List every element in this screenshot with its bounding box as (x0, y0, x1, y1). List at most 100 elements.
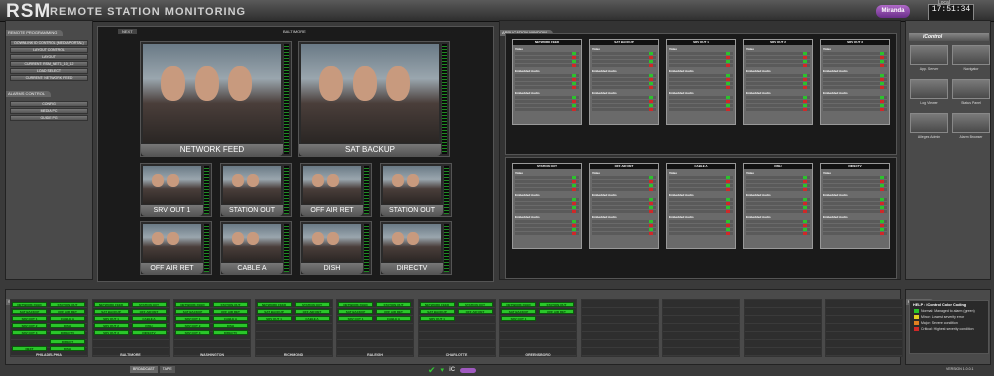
probe-panel[interactable]: DIRECTV Video Embedded Audio Embedded Audio (820, 163, 890, 249)
station-source-button[interactable]: NETWORK FEED (175, 302, 210, 307)
alarm-control-button[interactable]: MEDIA PC (10, 108, 88, 114)
left-nav-button[interactable]: DOWNLINK ID CONTROL (MEDIAPORTAL) (10, 40, 88, 46)
station-source-button[interactable]: NETWORK FEED (419, 302, 455, 307)
station-source-button[interactable]: DISH (213, 323, 248, 328)
probe-panel[interactable]: OFF AIR RET Video Embedded Audio Embedded A… (589, 163, 659, 249)
video-tile[interactable]: SRV OUT 1 (140, 163, 212, 217)
station-source-button[interactable]: SRV OUT 3 (175, 330, 210, 335)
station-source-button[interactable]: STATION OUT (131, 302, 167, 307)
probe-status-row (592, 104, 656, 107)
probe-panel[interactable]: SRV OUT 1 Video Embedded Audio Embedded Aud… (666, 39, 736, 125)
left-nav-button[interactable]: LAYOUT CONTROL (10, 47, 88, 53)
station-source-button[interactable]: SRV OUT 1 (93, 316, 129, 321)
station-source-button[interactable]: STATION OUT (50, 302, 85, 307)
probe-panel[interactable]: DISH Video Embedded Audio Embedded Audio (743, 163, 813, 249)
station-source-button[interactable]: SAT BACKUP (256, 309, 292, 314)
probe-panel[interactable]: CABLE A Video Embedded Audio Embedded Audio (666, 163, 736, 249)
launcher-status-panelicon[interactable] (952, 79, 990, 99)
left-nav-button[interactable]: CURRENT: NETWORK FEED (10, 75, 88, 81)
station-source-button[interactable]: SRV OUT 1 (175, 316, 210, 321)
station-source-button[interactable]: SAT BACKUP (12, 309, 47, 314)
launcher-log-viewericon[interactable] (910, 79, 948, 99)
video-tile[interactable]: OFF AIR RET (140, 221, 212, 275)
station-source-button[interactable]: NETWORK FEED (501, 302, 536, 307)
alarm-control-button[interactable]: CONFIG (10, 101, 88, 107)
station-source-button[interactable]: SRV OUT 2 (12, 323, 47, 328)
station-extra-button[interactable]: DISH (50, 346, 85, 351)
launcher-navigatoricon[interactable] (952, 45, 990, 65)
launcher-alleges-adminicon[interactable] (910, 113, 948, 133)
station-source-button[interactable]: NETWORK FEED (93, 302, 129, 307)
probe-panel[interactable]: STATION OUT Video Embedded Audio Embedded A… (512, 163, 582, 249)
station-source-button[interactable]: NETWORK FEED (12, 302, 47, 307)
station-source-button[interactable]: SAT BACKUP (419, 309, 455, 314)
station-source-button[interactable]: STATION OUT (376, 302, 411, 307)
station-source-button[interactable]: SAT BACKUP (93, 309, 129, 314)
station-source-button[interactable]: DIRECTV (50, 330, 85, 335)
station-source-button[interactable]: CABLE A (376, 316, 411, 321)
station-source-button[interactable]: CABLE A (50, 316, 85, 321)
station-source-button[interactable]: STATION OUT (539, 302, 574, 307)
station-source-button[interactable]: NETWORK FEED (256, 302, 292, 307)
station-source-button[interactable]: SRV OUT 1 (338, 316, 373, 321)
station-source-button[interactable]: DISH (50, 323, 85, 328)
alarm-control-button[interactable]: GUIDE PG (10, 115, 88, 121)
station-source-button[interactable]: CABLE A (294, 316, 330, 321)
station-source-button[interactable]: OFF AIR RET (50, 309, 85, 314)
station-source-button[interactable]: OFF AIR RET (213, 309, 248, 314)
station-source-button[interactable]: OFF AIR RET (294, 309, 330, 314)
video-tile[interactable]: DIRECTV (380, 221, 452, 275)
station-source-button[interactable]: OFF AIR RET (131, 309, 167, 314)
video-tile[interactable]: OFF AIR RET (300, 163, 372, 217)
station-source-button[interactable]: DIRECTV (131, 330, 167, 335)
left-nav-button[interactable]: LOAD SELECT (10, 68, 88, 74)
station-source-button[interactable]: SRV OUT 1 (256, 316, 292, 321)
station-source-button[interactable]: SAT BACKUP (501, 309, 536, 314)
video-tile[interactable]: NETWORK FEED (140, 41, 292, 157)
launcher-app-servericon[interactable] (910, 45, 948, 65)
video-tile[interactable]: CABLE A (220, 221, 292, 275)
tab-tape[interactable]: TAPE (159, 366, 175, 373)
mv-tab[interactable]: NEXT (118, 29, 137, 34)
arrow-down-icon[interactable]: ▾ (441, 366, 445, 374)
probe-panel[interactable]: NETWORK FEED Video Embedded Audio Embedded … (512, 39, 582, 125)
video-tile[interactable]: STATION OUT (220, 163, 292, 217)
left-nav-button[interactable]: CURRENT: RSM_NET1_10_12 (10, 61, 88, 67)
station-source-button[interactable]: OFF AIR RET (539, 309, 574, 314)
station-source-button[interactable]: OFF AIR RET (457, 309, 493, 314)
launcher-alarm-browsericon[interactable] (952, 113, 990, 133)
station-source-button[interactable]: OFF AIR RET (376, 309, 411, 314)
station-source-button[interactable]: CABLE A (213, 316, 248, 321)
station-source-button[interactable]: DIRECTV (213, 330, 248, 335)
probe-panel[interactable]: SAT BACKUP Video Embedded Audio Embedded Au… (589, 39, 659, 125)
station-source-button[interactable]: SAT BACKUP (175, 309, 210, 314)
video-tile[interactable]: DISH (300, 221, 372, 275)
station-source-button[interactable]: SAT BACKUP (338, 309, 373, 314)
station-source-button[interactable]: NETWORK FEED (338, 302, 373, 307)
station-source-button[interactable]: SRV OUT 2 (175, 323, 210, 328)
tab-broadcast[interactable]: BROADCAST (130, 366, 158, 373)
station-source-button[interactable]: DISH (131, 323, 167, 328)
probe-header: CABLE A (667, 164, 735, 169)
station-source-button[interactable]: CABLE A (131, 316, 167, 321)
probe-status-row (669, 188, 733, 191)
station-source-button[interactable]: SRV OUT 1 (12, 316, 47, 321)
station-source-button[interactable]: SRV OUT 1 (501, 316, 536, 321)
check-icon[interactable]: ✔ (428, 365, 436, 376)
station-source-button[interactable]: SRV OUT 3 (93, 330, 129, 335)
station-extra-button[interactable]: NEXT (12, 346, 47, 351)
probe-panel[interactable]: SRV OUT 2 Video Embedded Audio Embedded Aud… (743, 39, 813, 125)
station-source-button[interactable]: STATION OUT (457, 302, 493, 307)
station-source-button[interactable]: STATION OUT (294, 302, 330, 307)
station-source-button[interactable]: SRV OUT 1 (419, 316, 455, 321)
video-tile[interactable]: SAT BACKUP (298, 41, 450, 157)
left-nav-button[interactable]: LAYOUT (10, 54, 88, 60)
probe-panel[interactable]: SRV OUT 3 Video Embedded Audio Embedded Aud… (820, 39, 890, 125)
icontrol-icon[interactable]: iC (449, 367, 455, 373)
station-extra-button[interactable]: DIRECT (50, 339, 85, 344)
station-source-button[interactable]: STATION OUT (213, 302, 248, 307)
video-tile[interactable]: STATION OUT (380, 163, 452, 217)
probe-status-row (592, 228, 656, 231)
station-source-button[interactable]: SRV OUT 2 (93, 323, 129, 328)
station-source-button[interactable]: SRV OUT 3 (12, 330, 47, 335)
